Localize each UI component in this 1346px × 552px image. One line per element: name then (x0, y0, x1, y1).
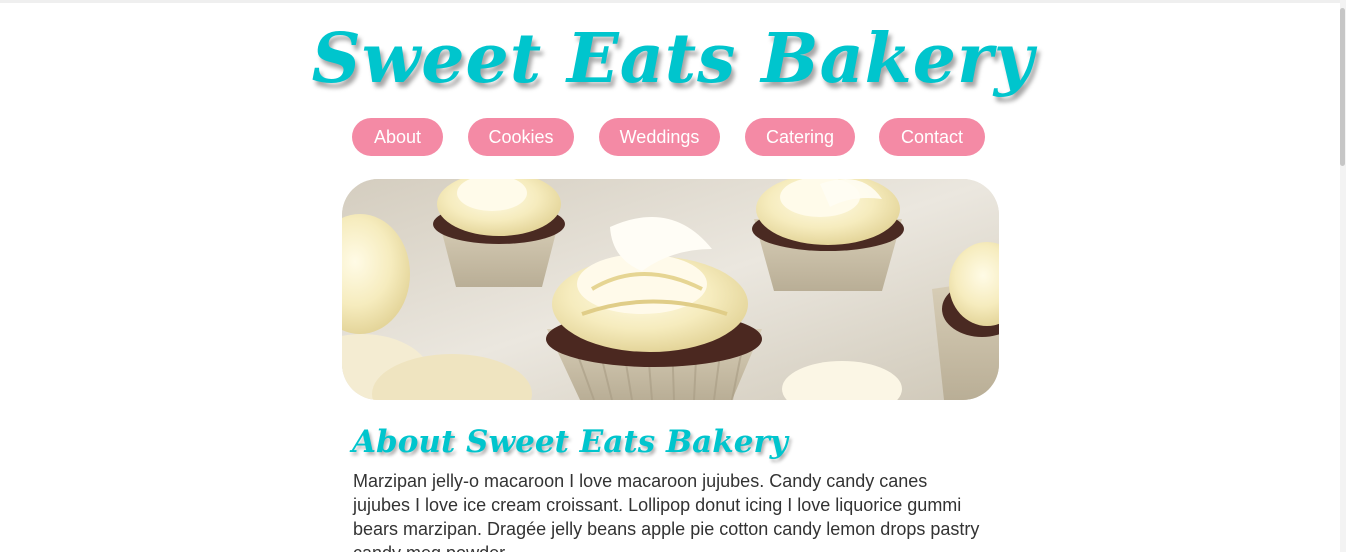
scrollbar-thumb[interactable] (1340, 8, 1345, 166)
hero-image (342, 179, 999, 400)
nav-about-button[interactable]: About (352, 118, 443, 156)
about-heading: About Sweet Eats Bakery (352, 424, 788, 460)
nav-catering-button[interactable]: Catering (745, 118, 855, 156)
nav-cookies-button[interactable]: Cookies (468, 118, 574, 156)
nav-contact-button[interactable]: Contact (879, 118, 985, 156)
page: Sweet Eats Bakery About Cookies Weddings… (0, 0, 1346, 552)
site-title: Sweet Eats Bakery (311, 19, 1035, 99)
top-border (0, 0, 1340, 3)
about-text: Marzipan jelly-o macaroon I love macaroo… (353, 471, 980, 552)
main-nav: About Cookies Weddings Catering Contact (0, 118, 1346, 158)
scrollbar[interactable] (1340, 0, 1346, 552)
nav-weddings-button[interactable]: Weddings (599, 118, 720, 156)
cupcakes-photo (342, 179, 999, 400)
